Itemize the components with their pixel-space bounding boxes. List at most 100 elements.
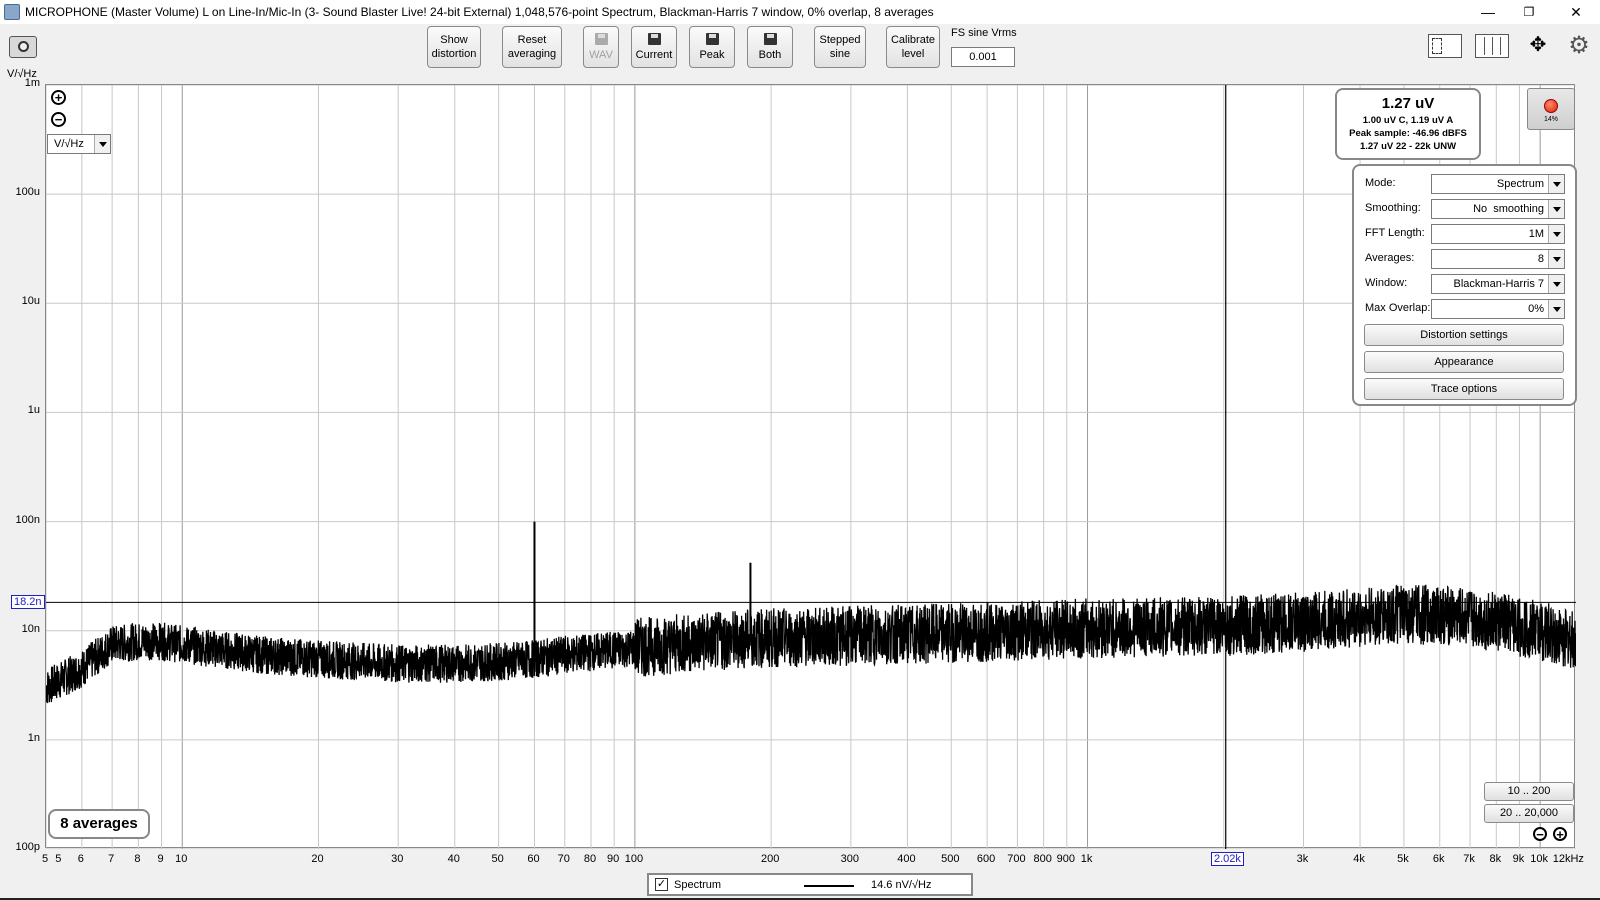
x-tick-label: 5 [41,853,49,865]
distortion-settings-button[interactable]: Distortion settings [1364,324,1564,346]
fft-length-select[interactable]: 1M [1431,224,1565,244]
minimize-button[interactable]: — [1465,0,1511,24]
window-select[interactable]: Blackman-Harris 7 [1431,274,1565,294]
fs-sine-input[interactable]: 0.001 [951,47,1015,67]
maximize-button[interactable]: ❐ [1506,0,1552,24]
toolbar: Show distortion Reset averaging WAV Curr… [0,24,1600,70]
panels-icon[interactable] [1475,34,1509,58]
unit-select[interactable]: V/√Hz [47,134,111,154]
x-tick-label: 600 [976,853,996,865]
y-tick-label: 10u [21,295,40,308]
chevron-down-icon [1548,275,1564,293]
x-tick-label: 40 [447,853,460,865]
chevron-down-icon [1548,250,1564,268]
level-readout: 1.27 uV 1.00 uV C, 1.19 uV A Peak sample… [1335,88,1481,160]
disk-icon [763,32,777,45]
appearance-button[interactable]: Appearance [1364,351,1564,373]
window-row: Window: Blackman-Harris 7 [1362,272,1572,294]
x-tick-label: 1k [1080,853,1093,865]
y-tick-label: 1m [24,77,40,89]
x-tick-label: 5k [1397,853,1409,865]
show-distortion-button[interactable]: Show distortion [427,26,481,68]
zoom-in-icon[interactable]: + [51,90,66,105]
reset-averaging-button[interactable]: Reset averaging [502,26,562,68]
x-tick-label: 50 [491,853,504,865]
app-icon [4,4,20,20]
smoothing-row: Smoothing: No smoothing [1362,197,1572,219]
x-tick-label: 12kHz [1552,853,1584,865]
max-overlap-row: Max Overlap: 0% [1362,297,1572,319]
chevron-down-icon [1548,175,1564,193]
x-tick-label: 10k [1530,853,1549,865]
legend-line-swatch [804,885,854,887]
record-button[interactable]: 14% [1527,88,1575,130]
x-tick-label: 6 [77,853,84,865]
x-tick-label: 8 [134,853,141,865]
y-tick-label: 1u [27,404,40,417]
max-overlap-select[interactable]: 0% [1431,299,1565,319]
zoom-out-x-icon[interactable]: − [1533,827,1547,841]
save-both-button[interactable]: Both [747,26,793,68]
readout-main: 1.27 uV [1381,95,1435,112]
x-tick-label: 5 [55,853,62,865]
y-tick-label: 100n [15,513,40,526]
legend-value: 14.6 nV/√Hz [871,879,932,891]
move-arrows-icon[interactable]: ✥ [1520,33,1556,59]
y-tick-label: 10n [21,622,40,635]
zoom-out-icon[interactable]: − [51,112,66,127]
record-icon [1544,99,1558,113]
range-20-20000-button[interactable]: 20 .. 20,000 [1484,804,1574,823]
x-tick-label: 70 [557,853,570,865]
cursor-y-label: 18.2n [11,595,45,609]
save-peak-button[interactable]: Peak [689,26,735,68]
disk-icon [647,32,661,45]
window-title: MICROPHONE (Master Volume) L on Line-In/… [25,5,934,19]
calibrate-level-button[interactable]: Calibrate level [886,26,940,68]
chevron-down-icon [1548,300,1564,318]
legend-series-name: Spectrum [674,879,722,891]
chevron-down-icon [94,135,110,153]
x-tick-label: 6k [1432,853,1445,865]
smoothing-select[interactable]: No smoothing [1431,199,1565,219]
x-tick-label: 90 [607,853,620,865]
y-tick-label: 100p [15,841,40,853]
averages-select[interactable]: 8 [1431,249,1565,269]
camera-icon[interactable] [9,36,37,58]
legend: ✓ Spectrum 14.6 nV/√Hz [647,873,973,896]
x-tick-label: 100 [624,853,644,865]
spectrum-checkbox[interactable]: ✓ [655,878,668,891]
averages-badge: 8 averages [48,809,150,839]
stepped-sine-button[interactable]: Stepped sine [814,26,866,68]
spectrum-chart [46,85,1576,849]
range-10-200-button[interactable]: 10 .. 200 [1484,782,1574,801]
settings-panel: Mode: Spectrum Smoothing: No smoothing F… [1352,164,1577,406]
averages-row: Averages: 8 [1362,247,1572,269]
save-current-button[interactable]: Current [631,26,677,68]
disk-icon [705,32,719,45]
x-tick-label: 80 [583,853,597,865]
wav-button[interactable]: WAV [583,26,619,68]
cpu-percent: 14% [1543,116,1558,123]
x-tick-label: 300 [840,853,860,865]
readout-peak-sample: Peak sample: -46.96 dBFS [1349,128,1467,139]
x-tick-label: 10 [175,853,188,865]
trace-options-button[interactable]: Trace options [1364,378,1564,400]
x-tick-label: 30 [391,853,404,865]
x-tick-label: 200 [760,853,780,865]
x-tick-label: 800 [1033,853,1052,865]
layout-icon[interactable] [1428,34,1462,58]
x-tick-label: 400 [897,853,916,865]
x-tick-label: 3k [1296,853,1309,865]
x-tick-label: 60 [527,853,540,865]
gear-icon[interactable]: ⚙ [1566,34,1592,60]
chevron-down-icon [1548,225,1564,243]
mode-select[interactable]: Spectrum [1431,174,1565,194]
close-button[interactable]: ✕ [1553,0,1599,24]
y-tick-label: 100u [15,186,40,199]
y-tick-label: 1n [27,731,40,744]
x-tick-label: 700 [1007,853,1026,865]
readout-weighted: 1.00 uV C, 1.19 uV A [1362,115,1454,126]
zoom-in-x-icon[interactable]: + [1553,827,1567,841]
folder-icon [594,32,608,45]
spectrum-plot[interactable] [45,84,1576,849]
